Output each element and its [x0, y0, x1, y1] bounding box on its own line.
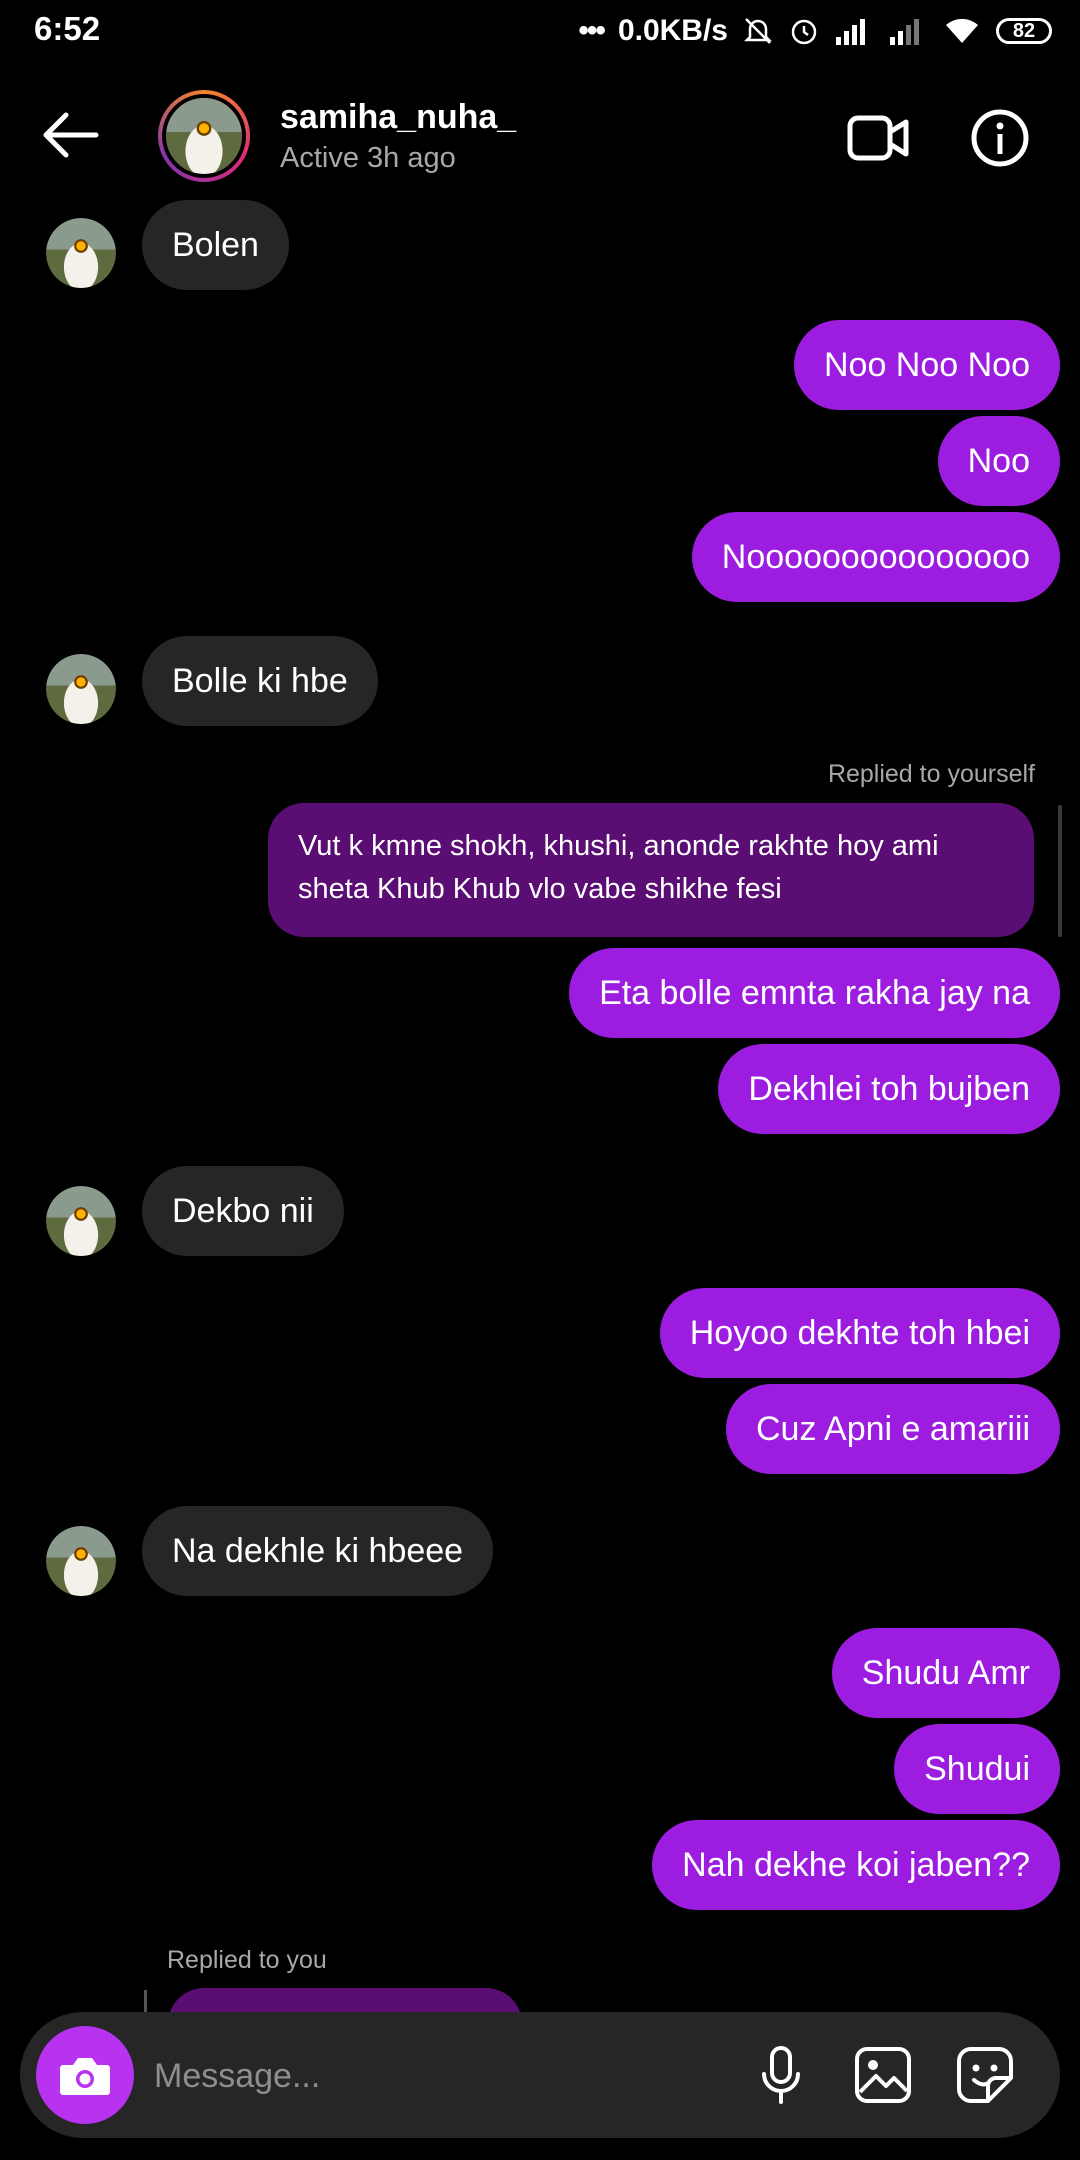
- more-dots-icon: •••: [578, 14, 605, 47]
- sender-avatar[interactable]: [46, 1186, 116, 1256]
- sender-avatar[interactable]: [46, 218, 116, 288]
- microphone-icon[interactable]: [750, 2044, 812, 2106]
- message-composer: [20, 2012, 1060, 2138]
- reply-label: Replied to you: [167, 1946, 327, 1974]
- message-input[interactable]: [152, 2040, 716, 2112]
- outgoing-message[interactable]: Hoyoo dekhte toh hbei: [659, 1288, 1060, 1378]
- sender-avatar[interactable]: [46, 1526, 116, 1596]
- outgoing-message[interactable]: Nah dekhe koi jaben??: [652, 1820, 1060, 1910]
- outgoing-message[interactable]: Eta bolle emnta rakha jay na: [569, 948, 1060, 1038]
- scrollbar[interactable]: [1058, 805, 1062, 937]
- incoming-message[interactable]: Bolen: [142, 200, 289, 290]
- video-call-icon[interactable]: [846, 108, 910, 168]
- incoming-message[interactable]: Dekbo nii: [142, 1166, 344, 1256]
- net-speed: 0.0KB/s: [617, 14, 728, 47]
- signal-icon: [836, 19, 865, 45]
- battery-icon: 82: [996, 18, 1052, 44]
- outgoing-message[interactable]: Noo: [937, 416, 1060, 506]
- outgoing-message[interactable]: Shudui: [894, 1724, 1060, 1814]
- wifi-icon: [946, 18, 978, 43]
- mute-bell-icon: [743, 18, 773, 44]
- header-avatar[interactable]: [158, 90, 250, 182]
- status-icons: ••• 0.0KB/s 82: [578, 10, 1052, 52]
- signal-2-icon: [890, 19, 919, 45]
- contact-username[interactable]: samiha_nuha_: [280, 98, 516, 137]
- camera-icon: [60, 2058, 110, 2095]
- replied-message[interactable]: Vut k kmne shokh, khushi, anonde rakhte …: [268, 803, 1034, 937]
- reply-label: Replied to yourself: [827, 760, 1035, 788]
- camera-button[interactable]: [36, 2026, 134, 2124]
- alarm-icon: [791, 19, 817, 45]
- contact-active-status: Active 3h ago: [280, 142, 456, 174]
- outgoing-message[interactable]: Shudu Amr: [831, 1628, 1060, 1718]
- info-icon[interactable]: [968, 108, 1032, 168]
- outgoing-message[interactable]: Noo Noo Noo: [793, 320, 1060, 410]
- gallery-icon[interactable]: [852, 2044, 914, 2106]
- chat-header: samiha_nuha_ Active 3h ago: [0, 62, 1080, 210]
- outgoing-message[interactable]: Nooooooooooooooo: [691, 512, 1060, 602]
- sender-avatar[interactable]: [46, 654, 116, 724]
- outgoing-message[interactable]: Dekhlei toh bujben: [718, 1044, 1060, 1134]
- incoming-message[interactable]: Na dekhle ki hbeee: [142, 1506, 494, 1596]
- back-arrow-icon[interactable]: [40, 110, 100, 160]
- sticker-icon[interactable]: [954, 2044, 1016, 2106]
- status-time: 6:52: [34, 10, 101, 47]
- status-bar: 6:52 ••• 0.0KB/s 82: [0, 0, 1080, 62]
- outgoing-message[interactable]: Cuz Apni e amariii: [725, 1384, 1060, 1474]
- incoming-message[interactable]: Bolle ki hbe: [142, 636, 378, 726]
